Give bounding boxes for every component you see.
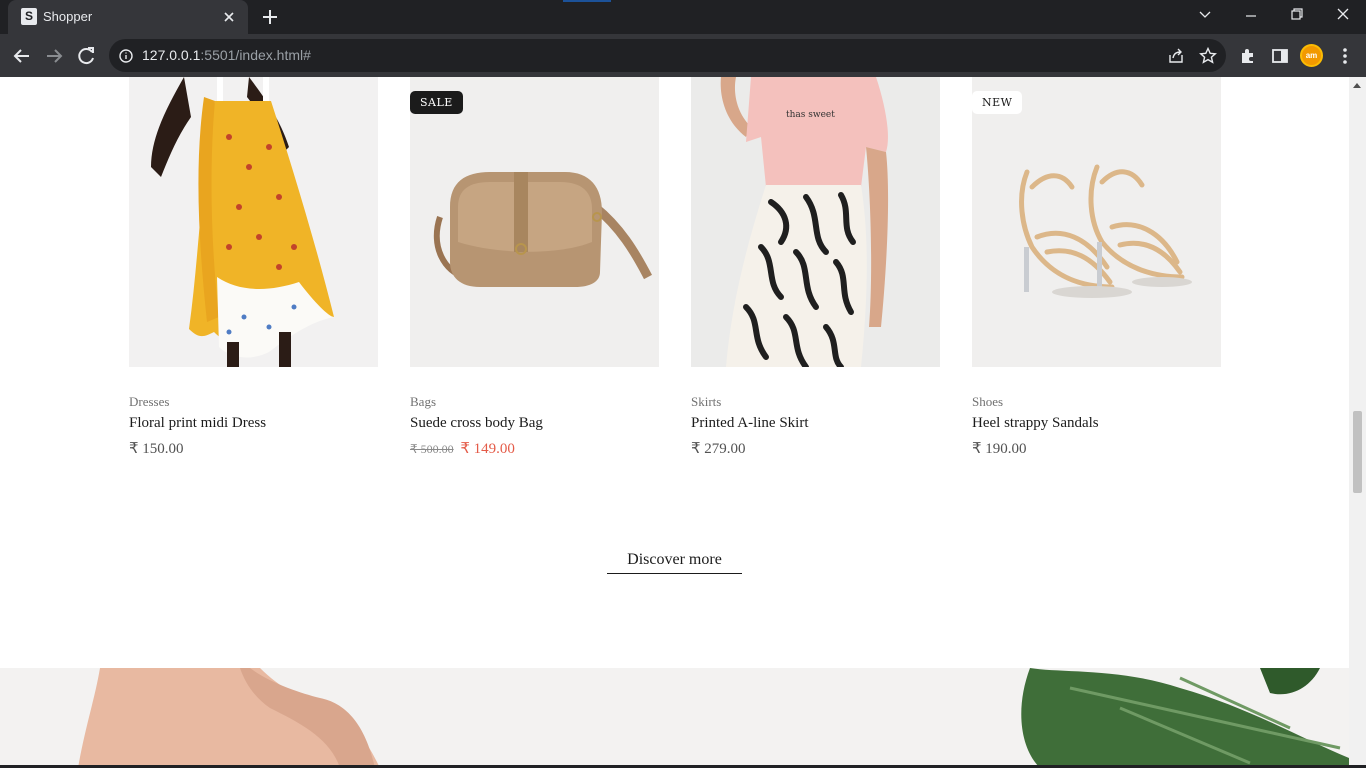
promo-banner bbox=[0, 668, 1349, 768]
product-image[interactable] bbox=[129, 77, 378, 367]
url-path: :5501/index.html# bbox=[200, 47, 311, 63]
restore-icon[interactable] bbox=[1274, 0, 1320, 34]
browser-toolbar: 127.0.0.1:5501/index.html# am bbox=[0, 34, 1366, 77]
profile-avatar[interactable]: am bbox=[1300, 44, 1323, 67]
old-price: ₹ 500.00 bbox=[410, 442, 454, 456]
banner-image bbox=[0, 668, 1349, 768]
tab-favicon-icon: S bbox=[21, 8, 37, 25]
product-card[interactable]: NEW Shoes Heel strappy Sandals ₹ 190.00 bbox=[972, 77, 1221, 457]
product-name[interactable]: Suede cross body Bag bbox=[410, 415, 543, 432]
sidepanel-icon[interactable] bbox=[1266, 42, 1294, 70]
product-price: ₹ 150.00 bbox=[129, 439, 184, 458]
product-price: ₹ 190.00 bbox=[972, 439, 1027, 458]
scroll-up-icon[interactable] bbox=[1353, 83, 1361, 88]
skirt-image: thas sweet bbox=[691, 77, 940, 367]
product-category: Skirts bbox=[691, 394, 722, 409]
minimize-icon[interactable] bbox=[1228, 0, 1274, 34]
url-text: 127.0.0.1:5501/index.html# bbox=[142, 47, 311, 64]
page-scrollbar[interactable] bbox=[1349, 77, 1366, 768]
dress-image bbox=[129, 77, 378, 367]
product-card[interactable]: SALE Bags Suede cross body Bag ₹ 500.00 … bbox=[410, 77, 659, 457]
scroll-thumb[interactable] bbox=[1353, 411, 1362, 493]
price-value: ₹ 150.00 bbox=[129, 441, 184, 457]
reload-icon[interactable] bbox=[72, 42, 100, 70]
sale-price: ₹ 149.00 bbox=[460, 441, 515, 457]
product-price: ₹ 500.00 ₹ 149.00 bbox=[410, 439, 515, 458]
product-name[interactable]: Heel strappy Sandals bbox=[972, 415, 1099, 432]
product-image[interactable]: SALE bbox=[410, 77, 659, 367]
product-name[interactable]: Printed A-line Skirt bbox=[691, 415, 809, 432]
product-category: Bags bbox=[410, 394, 436, 409]
sandals-image bbox=[972, 77, 1221, 367]
product-image[interactable]: thas sweet bbox=[691, 77, 940, 367]
discover-more-link[interactable]: Discover more bbox=[607, 550, 742, 574]
close-window-icon[interactable] bbox=[1320, 0, 1366, 34]
share-icon[interactable] bbox=[1165, 45, 1187, 67]
tab-search-icon[interactable] bbox=[1182, 0, 1228, 34]
tab-strip-indicator bbox=[563, 0, 611, 2]
product-category: Shoes bbox=[972, 394, 1004, 409]
browser-titlebar: S Shopper bbox=[0, 0, 1366, 34]
tab-title: Shopper bbox=[43, 9, 93, 24]
menu-icon[interactable] bbox=[1331, 42, 1359, 70]
product-card[interactable]: Dresses Floral print midi Dress ₹ 150.00 bbox=[129, 77, 378, 457]
product-image[interactable]: NEW bbox=[972, 77, 1221, 367]
browser-tab[interactable]: S Shopper bbox=[8, 0, 248, 34]
info-icon[interactable] bbox=[115, 45, 137, 67]
extensions-icon[interactable] bbox=[1234, 42, 1262, 70]
sale-badge: SALE bbox=[410, 91, 463, 114]
price-value: ₹ 190.00 bbox=[972, 441, 1027, 457]
new-badge: NEW bbox=[972, 91, 1023, 114]
price-value: ₹ 279.00 bbox=[691, 441, 746, 457]
tab-close-icon[interactable] bbox=[220, 8, 238, 26]
svg-text:thas sweet: thas sweet bbox=[786, 110, 835, 120]
page-viewport: Dresses Floral print midi Dress ₹ 150.00… bbox=[0, 77, 1349, 768]
product-category: Dresses bbox=[129, 394, 170, 409]
product-name[interactable]: Floral print midi Dress bbox=[129, 415, 266, 432]
url-host: 127.0.0.1 bbox=[142, 47, 201, 63]
back-icon[interactable] bbox=[8, 42, 36, 70]
product-price: ₹ 279.00 bbox=[691, 439, 746, 458]
forward-icon[interactable] bbox=[40, 42, 68, 70]
bag-image bbox=[410, 77, 659, 367]
star-icon[interactable] bbox=[1197, 45, 1219, 67]
new-tab-icon[interactable] bbox=[259, 6, 281, 28]
product-card[interactable]: thas sweet Skirts Printed A-line Skirt ₹… bbox=[691, 77, 940, 457]
address-bar[interactable]: 127.0.0.1:5501/index.html# bbox=[109, 39, 1226, 72]
